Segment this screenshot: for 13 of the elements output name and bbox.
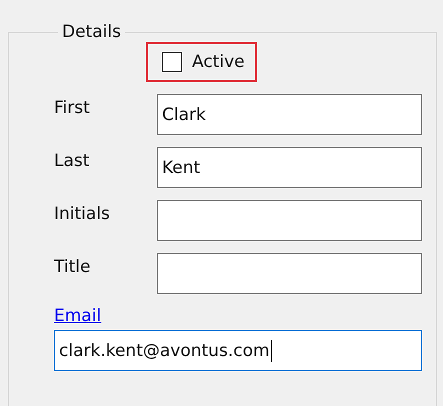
checkbox-label[interactable]: Active xyxy=(192,52,245,72)
field-label: Last xyxy=(54,150,90,171)
input-field[interactable]: Clark xyxy=(157,94,422,135)
input-field[interactable] xyxy=(157,253,422,294)
field-label: Title xyxy=(54,256,92,277)
input-field[interactable] xyxy=(157,200,422,241)
active-checkbox[interactable] xyxy=(162,52,182,72)
email-link[interactable]: Email xyxy=(54,306,102,326)
email-field[interactable]: clark.kent@avontus.com xyxy=(54,330,422,371)
input-field[interactable]: Kent xyxy=(157,147,422,188)
group-title: Details xyxy=(61,22,122,42)
field-label: First xyxy=(54,97,91,118)
field-label: Initials xyxy=(54,203,111,224)
